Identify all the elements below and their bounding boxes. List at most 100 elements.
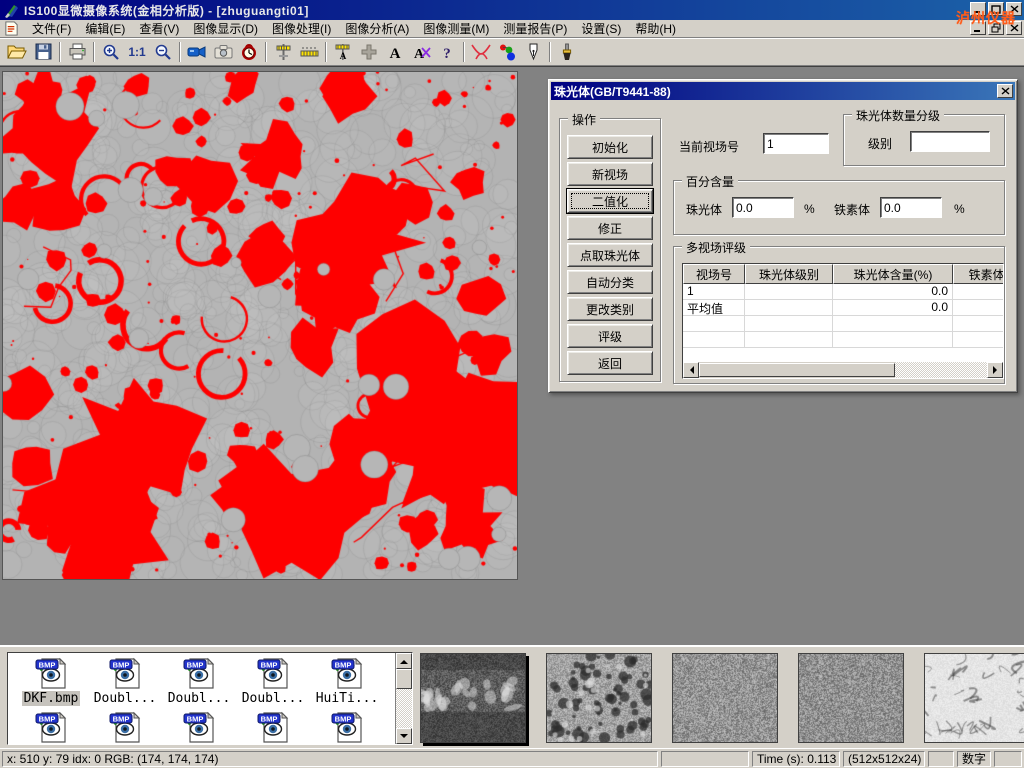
file-item[interactable]: DKF.bmp	[14, 656, 88, 706]
table-horizontal-scrollbar[interactable]	[683, 362, 1003, 378]
save-icon[interactable]	[30, 40, 56, 64]
menu-file[interactable]: 文件(F)	[25, 19, 78, 38]
file-item[interactable]: Doubl...	[236, 656, 310, 706]
scroll-left-button[interactable]	[683, 362, 699, 378]
bmp-file-icon	[108, 710, 142, 744]
window-close-button[interactable]	[1006, 2, 1022, 16]
capture-camera-icon[interactable]	[210, 40, 236, 64]
scroll-up-button[interactable]	[396, 653, 412, 669]
file-item[interactable]	[162, 710, 236, 744]
cell-level	[745, 284, 833, 299]
zoom-out-icon[interactable]	[150, 40, 176, 64]
table-row[interactable]: 平均值 0.0	[683, 300, 1003, 316]
menu-help[interactable]: 帮助(H)	[628, 19, 683, 38]
ferrite-percent-input[interactable]	[880, 197, 942, 218]
move-cross-icon[interactable]	[356, 40, 382, 64]
color-points-icon[interactable]	[494, 40, 520, 64]
timer-clock-icon[interactable]	[236, 40, 262, 64]
cell-ferrite	[953, 316, 1004, 331]
current-field-input[interactable]	[763, 133, 829, 154]
text-style-icon[interactable]: A	[408, 40, 434, 64]
menu-edit[interactable]: 编辑(E)	[78, 19, 132, 38]
file-item[interactable]: Doubl...	[88, 656, 162, 706]
rate-button[interactable]: 评级	[567, 324, 653, 348]
level-input[interactable]	[910, 131, 990, 152]
thumbnail-strip	[420, 653, 1024, 743]
caliper-text-icon[interactable]: A	[330, 40, 356, 64]
rating-group: 多视场评级 视场号 珠光体级别 珠光体含量(%) 铁素体含量(%) 1 0.0	[673, 246, 1005, 384]
open-file-icon[interactable]	[4, 40, 30, 64]
thumbnail-5[interactable]	[924, 653, 1024, 743]
bmp-file-icon	[34, 710, 68, 744]
menu-view[interactable]: 查看(V)	[132, 19, 186, 38]
svg-text:A: A	[390, 46, 401, 60]
file-panel: DKF.bmp Doubl... Doubl... Doubl... HuiTi…	[0, 645, 1024, 748]
auto-classify-button[interactable]: 自动分类	[567, 270, 653, 294]
pick-pearlite-button[interactable]: 点取珠光体	[567, 243, 653, 267]
file-item[interactable]	[236, 710, 310, 744]
initialize-button[interactable]: 初始化	[567, 135, 653, 159]
pearlite-dialog: 珠光体(GB/T9441-88) 操作 初始化 新视场 二值化 修正 点取珠光体…	[548, 79, 1018, 393]
percent-group-label: 百分含量	[682, 173, 738, 190]
menu-image-analysis[interactable]: 图像分析(A)	[338, 19, 416, 38]
thumbnail-4[interactable]	[798, 653, 904, 743]
scroll-down-button[interactable]	[396, 728, 412, 744]
scrollbar-thumb[interactable]	[699, 363, 895, 377]
file-item[interactable]	[310, 710, 384, 744]
thumbnail-2[interactable]	[546, 653, 652, 743]
cell-field	[683, 332, 745, 347]
return-button[interactable]: 返回	[567, 351, 653, 375]
file-item[interactable]: Doubl...	[162, 656, 236, 706]
operations-group-label: 操作	[568, 111, 600, 128]
scroll-right-button[interactable]	[987, 362, 1003, 378]
cell-pearlite: 0.0	[833, 300, 953, 315]
table-row[interactable]	[683, 332, 1003, 348]
bmp-file-icon	[108, 656, 142, 690]
menu-image-display[interactable]: 图像显示(D)	[186, 19, 265, 38]
caliper-vertical-icon[interactable]	[270, 40, 296, 64]
zoom-in-icon[interactable]	[98, 40, 124, 64]
grading-group: 珠光体数量分级 级别	[843, 114, 1005, 166]
dialog-title-bar[interactable]: 珠光体(GB/T9441-88)	[551, 82, 1015, 100]
menu-image-processing[interactable]: 图像处理(I)	[265, 19, 338, 38]
paint-brush-icon[interactable]	[554, 40, 580, 64]
thumbnail-3[interactable]	[672, 653, 778, 743]
pen-tool-icon[interactable]	[520, 40, 546, 64]
file-item[interactable]	[88, 710, 162, 744]
curve-tool-icon[interactable]	[468, 40, 494, 64]
table-row[interactable]: 1 0.0	[683, 284, 1003, 300]
ruler-horizontal-icon[interactable]	[296, 40, 322, 64]
file-list-scrollbar[interactable]	[395, 653, 412, 744]
rating-table-header: 视场号 珠光体级别 珠光体含量(%) 铁素体含量(%)	[683, 264, 1003, 284]
actual-size-icon[interactable]: 1:1	[124, 40, 150, 64]
menu-measure-report[interactable]: 测量报告(P)	[496, 19, 574, 38]
mdi-close-button[interactable]	[1006, 21, 1022, 35]
window-minimize-button[interactable]	[970, 2, 986, 16]
change-category-button[interactable]: 更改类别	[567, 297, 653, 321]
mdi-minimize-button[interactable]	[970, 21, 986, 35]
menu-settings[interactable]: 设置(S)	[574, 19, 628, 38]
scrollbar-thumb[interactable]	[396, 669, 412, 689]
video-camera-icon[interactable]	[184, 40, 210, 64]
thumbnail-1[interactable]	[420, 653, 526, 743]
title-bar: IS100显微摄像系统(金相分析版) - [zhuguangti01]	[0, 0, 1024, 20]
help-icon[interactable]: ?	[434, 40, 460, 64]
new-field-button[interactable]: 新视场	[567, 162, 653, 186]
file-item[interactable]: HuiTi...	[310, 656, 384, 706]
window-maximize-button[interactable]	[988, 2, 1004, 16]
mdi-restore-button[interactable]	[988, 21, 1004, 35]
print-icon[interactable]	[64, 40, 90, 64]
file-item[interactable]	[14, 710, 88, 744]
binarize-button[interactable]: 二值化	[567, 189, 653, 213]
table-row[interactable]	[683, 316, 1003, 332]
dialog-close-button[interactable]	[997, 84, 1013, 98]
cell-pearlite	[833, 332, 953, 347]
menu-image-measure[interactable]: 图像测量(M)	[416, 19, 496, 38]
correct-button[interactable]: 修正	[567, 216, 653, 240]
bmp-file-icon	[182, 710, 216, 744]
metallographic-image[interactable]	[2, 71, 518, 580]
pearlite-percent-input[interactable]	[732, 197, 794, 218]
cell-pearlite	[833, 316, 953, 331]
scrollbar-track[interactable]	[895, 362, 987, 378]
text-annotation-icon[interactable]: A	[382, 40, 408, 64]
